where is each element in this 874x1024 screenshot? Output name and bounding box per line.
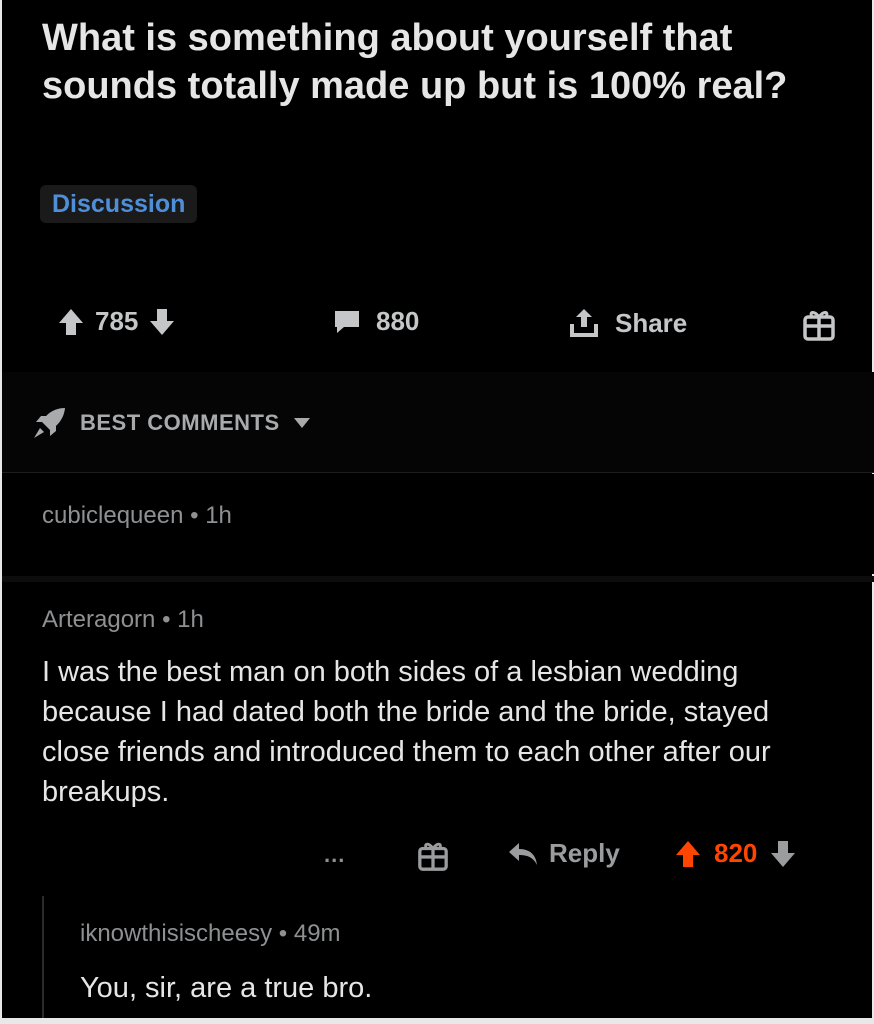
post-flair[interactable]: Discussion — [40, 185, 198, 223]
arrow-up-icon[interactable] — [674, 839, 702, 869]
meta-separator: • — [162, 606, 178, 633]
gift-icon[interactable] — [802, 308, 836, 342]
meta-separator: • — [190, 502, 206, 529]
post-vote-group: 785 — [57, 306, 176, 337]
post-upvote-count: 785 — [95, 306, 139, 336]
bottom-border — [0, 1018, 874, 1024]
post-action-bar: 785 880 Share — [2, 296, 874, 356]
comment-score: 820 — [714, 838, 758, 868]
sort-selector[interactable]: BEST COMMENTS — [32, 406, 312, 440]
arrow-down-icon[interactable] — [769, 839, 797, 869]
comment-age: 49m — [293, 920, 341, 947]
arrow-up-icon[interactable] — [57, 307, 85, 337]
comment-meta: cubiclequeen • 1h — [42, 502, 232, 530]
arrow-down-icon[interactable] — [148, 307, 176, 337]
caret-down-icon — [292, 416, 312, 430]
comment-action-bar: ... Reply 820 — [2, 836, 874, 880]
meta-separator: • — [278, 920, 294, 947]
comment-age: 1h — [177, 606, 204, 633]
comment-divider — [2, 576, 874, 582]
nested-reply: iknowthisischeesy • 49m You, sir, are a … — [2, 896, 874, 1018]
comment-meta: iknowthisischeesy • 49m — [80, 920, 341, 948]
comment-author[interactable]: cubiclequeen — [42, 502, 183, 529]
post-comment-count: 880 — [376, 306, 420, 336]
rocket-icon — [32, 406, 68, 440]
speech-bubble-icon — [332, 308, 362, 336]
comment-meta: Arteragorn • 1h — [42, 606, 204, 634]
share-icon — [567, 306, 601, 340]
comment-body: You, sir, are a true bro. — [80, 972, 373, 1004]
reply-arrow-icon — [507, 841, 539, 867]
share-label: Share — [615, 307, 688, 338]
comment-vote-group: 820 — [674, 838, 797, 869]
comment-body: I was the best man on both sides of a le… — [42, 656, 771, 808]
comment-author[interactable]: Arteragorn — [42, 606, 155, 633]
reply-button[interactable]: Reply — [507, 838, 620, 869]
comment-age: 1h — [205, 502, 232, 529]
app-screen: What is something about yourself that so… — [0, 0, 874, 1024]
collapsed-comment[interactable]: cubiclequeen • 1h — [2, 474, 874, 574]
post-title: What is something about yourself that so… — [42, 17, 788, 107]
post-share-button[interactable]: Share — [567, 306, 687, 340]
post-comments-button[interactable]: 880 — [332, 306, 419, 337]
reply-label: Reply — [549, 838, 620, 868]
gift-icon[interactable] — [417, 840, 449, 872]
more-options-button[interactable]: ... — [324, 842, 345, 868]
comment-sort-bar[interactable]: BEST COMMENTS — [2, 372, 874, 473]
sort-label: BEST COMMENTS — [80, 410, 280, 435]
comment-author[interactable]: iknowthisischeesy — [80, 920, 272, 947]
thread-line[interactable] — [42, 896, 44, 1018]
